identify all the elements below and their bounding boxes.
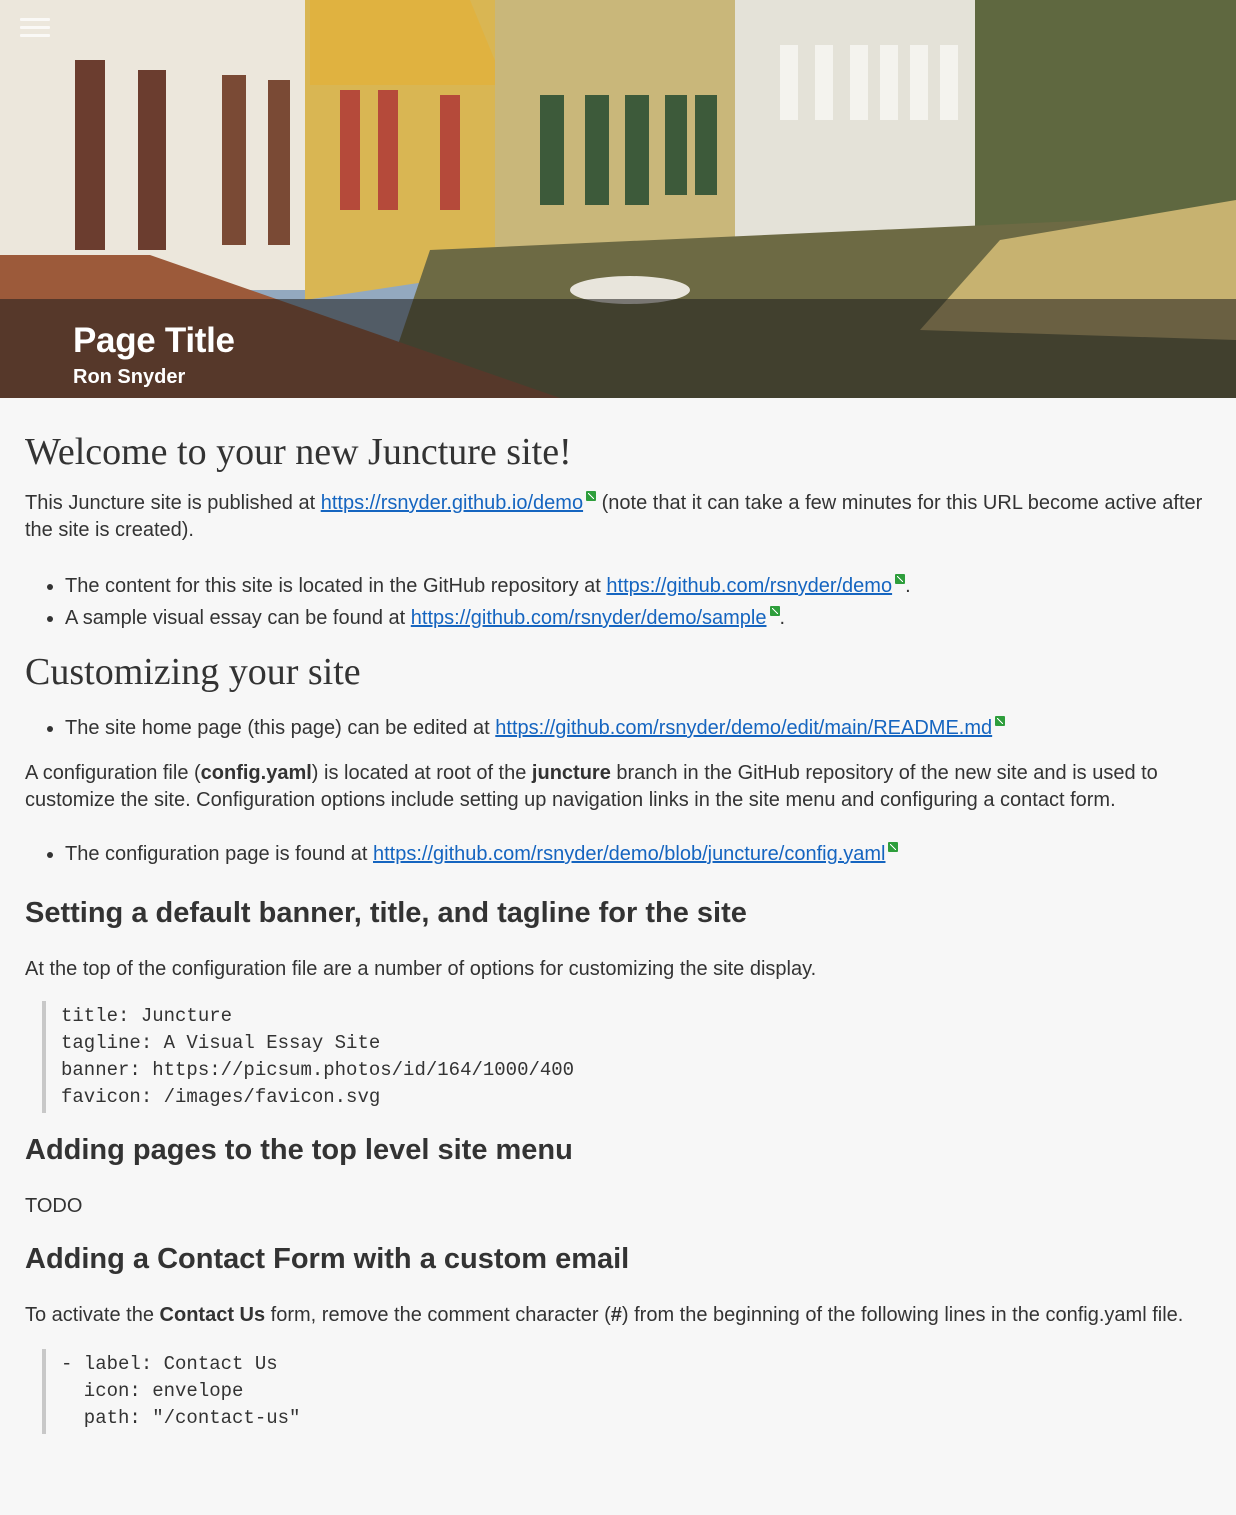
contact-form-paragraph: To activate the Contact Us form, remove … — [25, 1304, 1184, 1326]
welcome-heading: Welcome to your new Juncture site! — [25, 431, 572, 473]
banner-settings-paragraph: At the top of the configuration file are… — [25, 958, 817, 980]
config-code-block: title: Juncture tagline: A Visual Essay … — [42, 1001, 1211, 1113]
list-item: The configuration page is found at https… — [65, 838, 1211, 870]
readme-edit-link[interactable]: https://github.com/rsnyder/demo/edit/mai… — [495, 717, 992, 739]
external-link-icon — [586, 491, 597, 501]
list-item: The content for this site is located in … — [65, 570, 1211, 602]
external-link-icon — [895, 574, 906, 584]
page-author: Ron Snyder — [73, 366, 186, 388]
banner-settings-heading: Setting a default banner, title, and tag… — [25, 897, 747, 929]
contact-code-block: - label: Contact Us icon: envelope path:… — [42, 1349, 1211, 1434]
config-list: The configuration page is found at https… — [25, 838, 1211, 870]
page-title: Page Title — [73, 321, 235, 360]
list-item: The site home page (this page) can be ed… — [65, 712, 1211, 744]
main-content: Welcome to your new Juncture site! This … — [0, 430, 1236, 1434]
config-paragraph: A configuration file (config.yaml) is lo… — [25, 762, 1158, 811]
welcome-list: The content for this site is located in … — [25, 570, 1211, 634]
site-menu-paragraph: TODO — [25, 1195, 83, 1217]
external-link-icon — [769, 606, 780, 616]
sample-essay-link[interactable]: https://github.com/rsnyder/demo/sample — [411, 607, 767, 629]
list-item: A sample visual essay can be found at ht… — [65, 602, 1211, 634]
hamburger-menu-icon[interactable] — [20, 18, 50, 40]
banner: Page Title Ron Snyder — [0, 0, 1236, 398]
repo-link[interactable]: https://github.com/rsnyder/demo — [606, 575, 892, 597]
external-link-icon — [995, 716, 1006, 726]
config-yaml-link[interactable]: https://github.com/rsnyder/demo/blob/jun… — [373, 843, 885, 865]
customize-list: The site home page (this page) can be ed… — [25, 712, 1211, 744]
welcome-intro: This Juncture site is published at https… — [25, 491, 1203, 541]
customize-heading: Customizing your site — [25, 651, 361, 693]
external-link-icon — [888, 842, 899, 852]
site-menu-heading: Adding pages to the top level site menu — [25, 1134, 573, 1166]
site-url-link[interactable]: https://rsnyder.github.io/demo — [321, 492, 583, 514]
contact-form-heading: Adding a Contact Form with a custom emai… — [25, 1243, 630, 1275]
